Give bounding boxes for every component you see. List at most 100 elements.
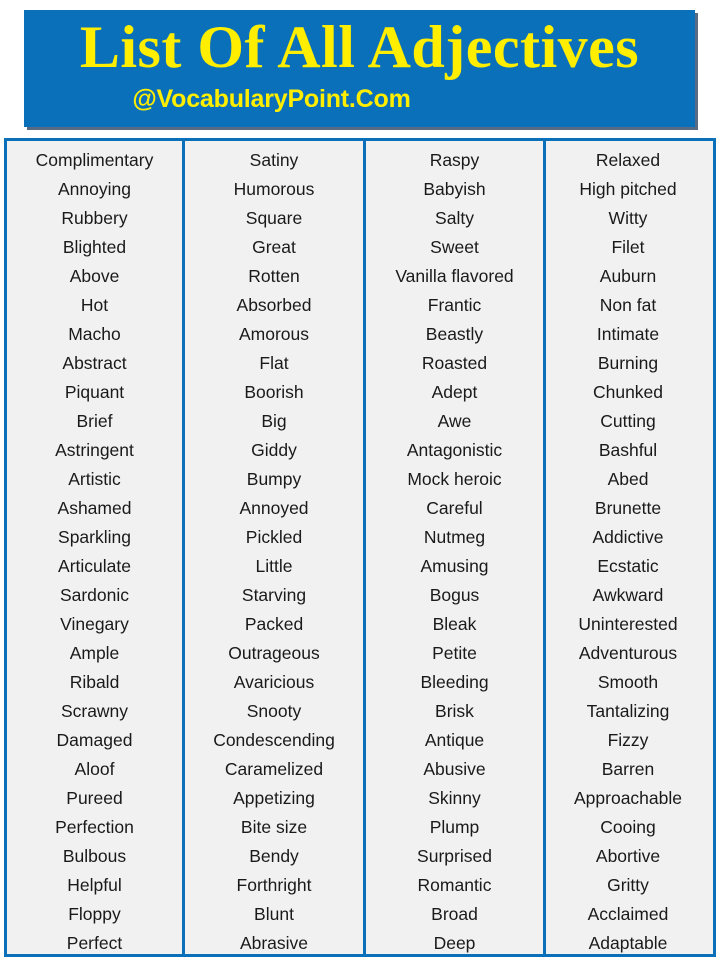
site-attribution: @VocabularyPoint.Com	[132, 85, 411, 113]
adjective-word: Salty	[435, 208, 474, 228]
adjective-word: Brunette	[594, 498, 662, 518]
adjective-word: Great	[252, 237, 296, 257]
adjective-word: Appetizing	[233, 788, 315, 808]
adjective-word: Deep	[433, 933, 476, 953]
adjective-word: Rubbery	[61, 208, 128, 228]
adjective-word: Mock heroic	[407, 469, 502, 489]
adjective-word: Complimentary	[35, 150, 154, 170]
adjective-word: Raspy	[429, 150, 480, 170]
adjective-word: Smooth	[597, 672, 659, 692]
adjective-word: Burning	[597, 353, 659, 373]
adjective-word: Blunt	[254, 904, 294, 924]
adjective-word: Acclaimed	[587, 904, 669, 924]
adjective-word: Awkward	[592, 585, 664, 605]
adjective-word: Bashful	[598, 440, 658, 460]
adjective-word: Scrawny	[60, 701, 129, 721]
adjective-word: Plump	[429, 817, 480, 837]
adjective-word: Abstract	[62, 353, 127, 373]
adjective-word: Approachable	[574, 788, 682, 808]
adjective-word: Adaptable	[588, 933, 668, 953]
adjective-word: Nutmeg	[423, 527, 486, 547]
adjective-word: Little	[255, 556, 293, 576]
adjective-word: Flat	[259, 353, 289, 373]
adjective-word: Amorous	[238, 324, 310, 344]
adjective-word: Cutting	[600, 411, 656, 431]
adjective-word: Chunked	[592, 382, 664, 402]
adjective-word: Snooty	[246, 701, 302, 721]
adjective-word: Intimate	[596, 324, 660, 344]
adjective-word: Abortive	[595, 846, 661, 866]
adjective-word: Artistic	[68, 469, 121, 489]
adjective-word: Starving	[241, 585, 307, 605]
adjective-word: Ample	[69, 643, 120, 663]
adjective-word: Rotten	[248, 266, 300, 286]
adjective-word: Perfection	[55, 817, 134, 837]
adjective-word: Annoying	[58, 179, 131, 199]
adjective-word: Careful	[426, 498, 483, 518]
adjective-word: Bumpy	[246, 469, 302, 489]
adjective-word: Sparkling	[58, 527, 131, 547]
adjective-word: Helpful	[67, 875, 122, 895]
adjective-word: Absorbed	[236, 295, 312, 315]
adjective-word: Satiny	[249, 150, 299, 170]
adjective-word: Damaged	[56, 730, 133, 750]
adjectives-column-3: Raspy Babyish Salty Sweet Vanilla flavored Fr…	[366, 141, 546, 954]
adjective-word: Condescending	[213, 730, 335, 750]
adjective-word: Awe	[437, 411, 472, 431]
adjective-word: Cooing	[600, 817, 656, 837]
adjective-word: Packed	[244, 614, 304, 634]
adjective-word: Blighted	[62, 237, 127, 257]
adjective-word: Romantic	[417, 875, 492, 895]
adjective-word: Antagonistic	[406, 440, 503, 460]
adjective-word: Frantic	[427, 295, 482, 315]
adjective-word: Abed	[607, 469, 649, 489]
adjective-word: Caramelized	[224, 759, 324, 779]
adjective-word: Ribald	[69, 672, 120, 692]
adjective-word: Bendy	[249, 846, 299, 866]
adjective-word: Broad	[431, 904, 478, 924]
adjectives-column-1: Complimentary Annoying Rubbery Blighted Abov…	[7, 141, 185, 954]
adjective-word: Relaxed	[595, 150, 661, 170]
adjective-word: Witty	[608, 208, 648, 228]
adjective-word: Roasted	[421, 353, 488, 373]
adjective-word: Bite size	[240, 817, 308, 837]
adjective-word: Adept	[431, 382, 478, 402]
adjective-word: Humorous	[233, 179, 315, 199]
adjective-word: Annoyed	[239, 498, 309, 518]
adjective-word: Non fat	[599, 295, 657, 315]
adjective-word: Ecstatic	[597, 556, 659, 576]
adjectives-table: Complimentary Annoying Rubbery Blighted Abov…	[4, 138, 716, 957]
adjective-word: Brief	[76, 411, 113, 431]
adjective-word: Pureed	[66, 788, 123, 808]
adjective-word: Tantalizing	[586, 701, 670, 721]
adjective-word: High pitched	[579, 179, 677, 199]
adjective-word: Petite	[432, 643, 477, 663]
adjective-word: Gritty	[607, 875, 649, 895]
adjective-word: Antique	[424, 730, 485, 750]
adjective-word: Floppy	[68, 904, 121, 924]
adjective-word: Astringent	[55, 440, 134, 460]
adjectives-column-2: Satiny Humorous Square Great Rotten Absorbed A…	[185, 141, 366, 954]
adjective-word: Avaricious	[233, 672, 315, 692]
adjective-word: Sardonic	[59, 585, 130, 605]
adjective-word: Above	[69, 266, 120, 286]
adjective-word: Beastly	[425, 324, 484, 344]
page-title: List Of All Adjectives	[79, 14, 640, 80]
adjective-word: Adventurous	[578, 643, 678, 663]
adjective-word: Ashamed	[57, 498, 132, 518]
adjective-word: Boorish	[244, 382, 304, 402]
adjective-word: Fizzy	[607, 730, 649, 750]
adjective-word: Articulate	[58, 556, 131, 576]
adjective-word: Skinny	[428, 788, 481, 808]
adjective-word: Hot	[80, 295, 109, 315]
adjective-word: Outrageous	[228, 643, 320, 663]
adjectives-column-4: Relaxed High pitched Witty Filet Auburn Non f…	[546, 141, 710, 954]
adjective-word: Perfect	[66, 933, 123, 953]
adjective-word: Bogus	[429, 585, 480, 605]
adjective-word: Piquant	[64, 382, 125, 402]
adjective-word: Bleak	[432, 614, 477, 634]
header-banner: List Of All Adjectives @VocabularyPoint.…	[24, 10, 695, 127]
adjective-word: Amusing	[420, 556, 489, 576]
adjective-word: Sweet	[430, 237, 479, 257]
adjective-word: Uninterested	[578, 614, 678, 634]
